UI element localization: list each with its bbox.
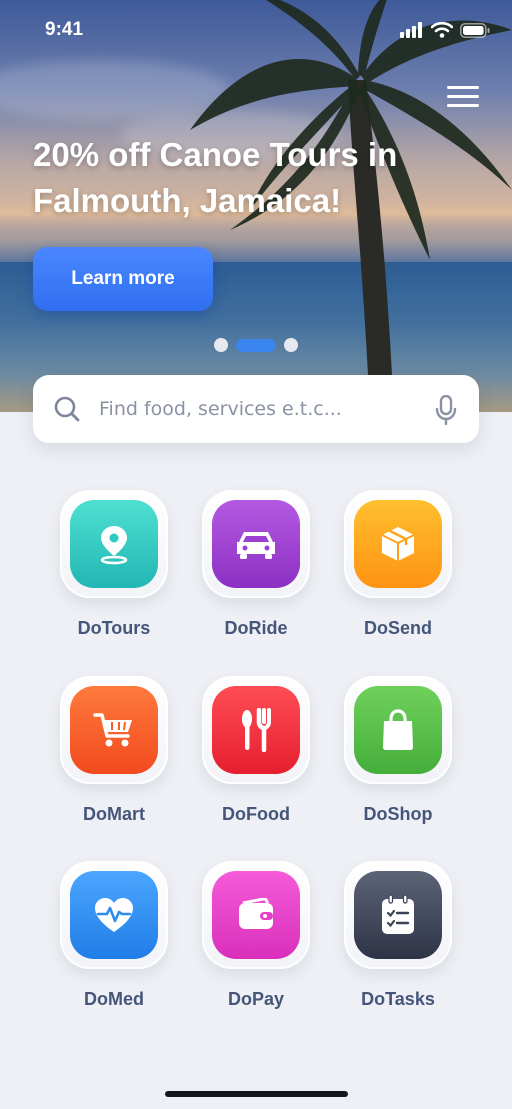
service-label: DoSend	[363, 618, 432, 638]
search-bar[interactable]	[33, 375, 479, 443]
service-label: DoMed	[84, 989, 144, 1009]
package-icon	[381, 527, 415, 561]
search-input[interactable]	[99, 389, 419, 429]
search-icon	[54, 396, 80, 422]
service-label: DoMart	[83, 804, 145, 824]
wallet-icon	[239, 898, 273, 929]
promo-banner: 9:41 20% off Canoe Tours in Falmouth, Ja	[0, 0, 512, 412]
service-tile-domart[interactable]: DoMart	[60, 676, 168, 826]
status-time: 9:41	[45, 19, 84, 40]
carousel-dot[interactable]	[214, 338, 228, 352]
service-tile-doride[interactable]: DoRide	[202, 490, 310, 640]
battery-icon	[460, 22, 490, 38]
cutlery-icon	[242, 708, 271, 752]
heart-pulse-icon	[95, 898, 133, 932]
promo-title: 20% off Canoe Tours in Falmouth, Jamaica…	[33, 136, 398, 219]
service-label: DoPay	[227, 989, 285, 1009]
cellular-signal-icon	[400, 22, 422, 38]
learn-more-button[interactable]: Learn more	[33, 247, 213, 311]
map-pin-icon	[100, 526, 128, 565]
carousel-dot[interactable]	[284, 338, 298, 352]
car-icon	[237, 532, 275, 559]
wifi-icon	[431, 22, 453, 38]
service-tile-dopay[interactable]: DoPay	[202, 861, 310, 1011]
status-bar: 9:41	[0, 0, 512, 62]
service-label: DoRide	[224, 618, 288, 638]
menu-hamburger-icon[interactable]	[447, 86, 479, 112]
shopping-bag-icon	[383, 709, 413, 750]
service-tile-dofood[interactable]: DoFood	[202, 676, 310, 826]
service-label: DoTours	[77, 618, 151, 638]
service-tile-dotours[interactable]: DoTours	[60, 490, 168, 640]
cart-icon	[93, 713, 132, 747]
clipboard-icon	[382, 894, 414, 934]
service-tile-dosend[interactable]: DoSend	[344, 490, 452, 640]
service-tile-dotasks[interactable]: DoTasks	[344, 861, 452, 1011]
carousel-dot-active[interactable]	[236, 338, 276, 352]
service-tile-doshop[interactable]: DoShop	[344, 676, 452, 826]
microphone-icon[interactable]	[435, 395, 457, 425]
service-label: DoShop	[363, 804, 433, 824]
service-label: DoFood	[222, 804, 290, 824]
home-indicator[interactable]	[165, 1091, 348, 1097]
service-label: DoTasks	[361, 989, 435, 1009]
service-tile-domed[interactable]: DoMed	[60, 861, 168, 1011]
carousel-pagination	[214, 338, 298, 352]
